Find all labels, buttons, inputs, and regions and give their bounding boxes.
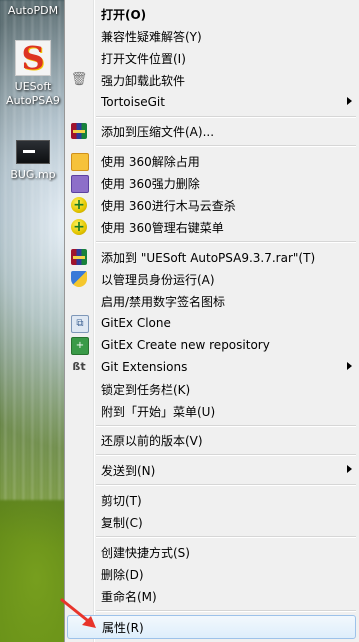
menu-item-label: 打开文件位置(I) <box>101 51 186 66</box>
menu-separator <box>96 425 356 427</box>
menu-item-label: 强力卸载此软件 <box>101 73 186 88</box>
gitex-clone-icon: ⧉ <box>71 315 89 333</box>
360-delete-icon <box>71 175 89 193</box>
menu-item-label: GitEx Clone <box>101 316 171 330</box>
menu-item-label: 附到「开始」菜单(U) <box>101 404 216 419</box>
menu-item-tortoisegit[interactable]: TortoiseGit <box>67 91 356 113</box>
menu-item-pin-start[interactable]: 附到「开始」菜单(U) <box>67 400 356 422</box>
menu-item-360-delete[interactable]: 使用 360强力删除 <box>67 172 356 194</box>
menu-item-pin-taskbar[interactable]: 锁定到任务栏(K) <box>67 378 356 400</box>
menu-item-label: 以管理员身份运行(A) <box>101 272 215 287</box>
menu-item-run-as-admin[interactable]: 以管理员身份运行(A) <box>67 268 356 290</box>
winrar-icon <box>71 123 87 139</box>
menu-item-label: GitEx Create new repository <box>101 338 270 352</box>
menu-separator <box>96 484 356 486</box>
menu-item-gitex-create-repo[interactable]: + GitEx Create new repository <box>67 334 356 356</box>
menu-item-create-shortcut[interactable]: 创建快捷方式(S) <box>67 541 356 563</box>
menu-item-label: 兼容性疑难解答(Y) <box>101 29 202 44</box>
360-unlock-icon <box>71 153 89 171</box>
menu-item-label: 还原以前的版本(V) <box>101 433 203 448</box>
menu-item-360-manage-menu[interactable]: + 使用 360管理右键菜单 <box>67 216 356 238</box>
menu-item-label: 复制(C) <box>101 515 143 530</box>
video-file-icon <box>16 140 50 164</box>
menu-separator <box>96 116 356 118</box>
desktop-icon-label: UESoft <box>14 80 52 93</box>
menu-item-label: 重命名(M) <box>101 589 157 604</box>
winrar-icon <box>71 249 87 265</box>
submenu-arrow-icon <box>347 97 352 105</box>
uac-shield-icon <box>71 271 87 287</box>
menu-item-label: 启用/禁用数字签名图标 <box>101 294 226 309</box>
menu-item-toggle-signature-icon[interactable]: 启用/禁用数字签名图标 <box>67 290 356 312</box>
menu-item-copy[interactable]: 复制(C) <box>67 511 356 533</box>
menu-item-git-extensions[interactable]: ßt Git Extensions <box>67 356 356 378</box>
menu-item-label: 使用 360强力删除 <box>101 176 200 191</box>
desktop-icon-label: BUG.mp <box>10 168 56 181</box>
gitex-create-icon: + <box>71 337 89 355</box>
menu-item-label: 属性(R) <box>102 620 144 635</box>
menu-item-open-file-location[interactable]: 打开文件位置(I) <box>67 47 356 69</box>
menu-separator <box>96 145 356 147</box>
context-menu: 打开(O) 兼容性疑难解答(Y) 打开文件位置(I) 🗑 强力卸载此软件 Tor… <box>64 0 359 642</box>
menu-item-rename[interactable]: 重命名(M) <box>67 585 356 607</box>
menu-item-label: 添加到 "UESoft AutoPSA9.3.7.rar"(T) <box>101 250 316 265</box>
menu-item-add-to-rar[interactable]: 添加到 "UESoft AutoPSA9.3.7.rar"(T) <box>67 246 356 268</box>
menu-item-properties[interactable]: 属性(R) <box>67 615 356 639</box>
menu-item-label: 使用 360进行木马云查杀 <box>101 198 236 213</box>
desktop-icon-autopdm[interactable]: AutoPDM <box>0 4 66 18</box>
menu-item-gitex-clone[interactable]: ⧉ GitEx Clone <box>67 312 356 334</box>
menu-separator <box>96 536 356 538</box>
menu-item-open[interactable]: 打开(O) <box>67 3 356 25</box>
360-menu-icon: + <box>71 219 87 235</box>
menu-item-label: TortoiseGit <box>101 95 165 109</box>
menu-item-360-scan[interactable]: + 使用 360进行木马云查杀 <box>67 194 356 216</box>
trash-icon: 🗑 <box>70 72 88 87</box>
menu-item-label: 打开(O) <box>101 7 147 22</box>
menu-item-send-to[interactable]: 发送到(N) <box>67 459 356 481</box>
menu-item-label: Git Extensions <box>101 360 188 374</box>
menu-item-force-uninstall[interactable]: 🗑 强力卸载此软件 <box>67 69 356 91</box>
menu-item-compat-troubleshoot[interactable]: 兼容性疑难解答(Y) <box>67 25 356 47</box>
menu-separator <box>96 454 356 456</box>
menu-item-360-unlock[interactable]: 使用 360解除占用 <box>67 150 356 172</box>
desktop-icon-bug[interactable]: BUG.mp <box>0 140 66 182</box>
menu-item-label: 使用 360解除占用 <box>101 154 200 169</box>
menu-item-label: 使用 360管理右键菜单 <box>101 220 224 235</box>
menu-item-delete[interactable]: 删除(D) <box>67 563 356 585</box>
git-extensions-icon: ßt <box>72 360 86 373</box>
menu-item-label: 剪切(T) <box>101 493 142 508</box>
uesoft-app-icon: S <box>15 40 51 76</box>
menu-item-label: 发送到(N) <box>101 463 156 478</box>
360-scan-icon: + <box>71 197 87 213</box>
menu-item-label: 创建快捷方式(S) <box>101 545 190 560</box>
menu-item-label: 锁定到任务栏(K) <box>101 382 191 397</box>
menu-separator <box>96 241 356 243</box>
submenu-arrow-icon <box>347 465 352 473</box>
menu-item-label: 删除(D) <box>101 567 144 582</box>
menu-item-label: 添加到压缩文件(A)... <box>101 124 215 139</box>
menu-item-restore-previous[interactable]: 还原以前的版本(V) <box>67 429 356 451</box>
desktop-icon-label: AutoPDM <box>7 4 59 17</box>
menu-item-add-to-archive[interactable]: 添加到压缩文件(A)... <box>67 120 356 142</box>
desktop-icon-uesoft[interactable]: S UESoft AutoPSA9 <box>0 40 66 108</box>
menu-item-cut[interactable]: 剪切(T) <box>67 489 356 511</box>
menu-separator <box>96 610 356 612</box>
desktop-icon-label: AutoPSA9 <box>6 94 60 107</box>
submenu-arrow-icon <box>347 362 352 370</box>
